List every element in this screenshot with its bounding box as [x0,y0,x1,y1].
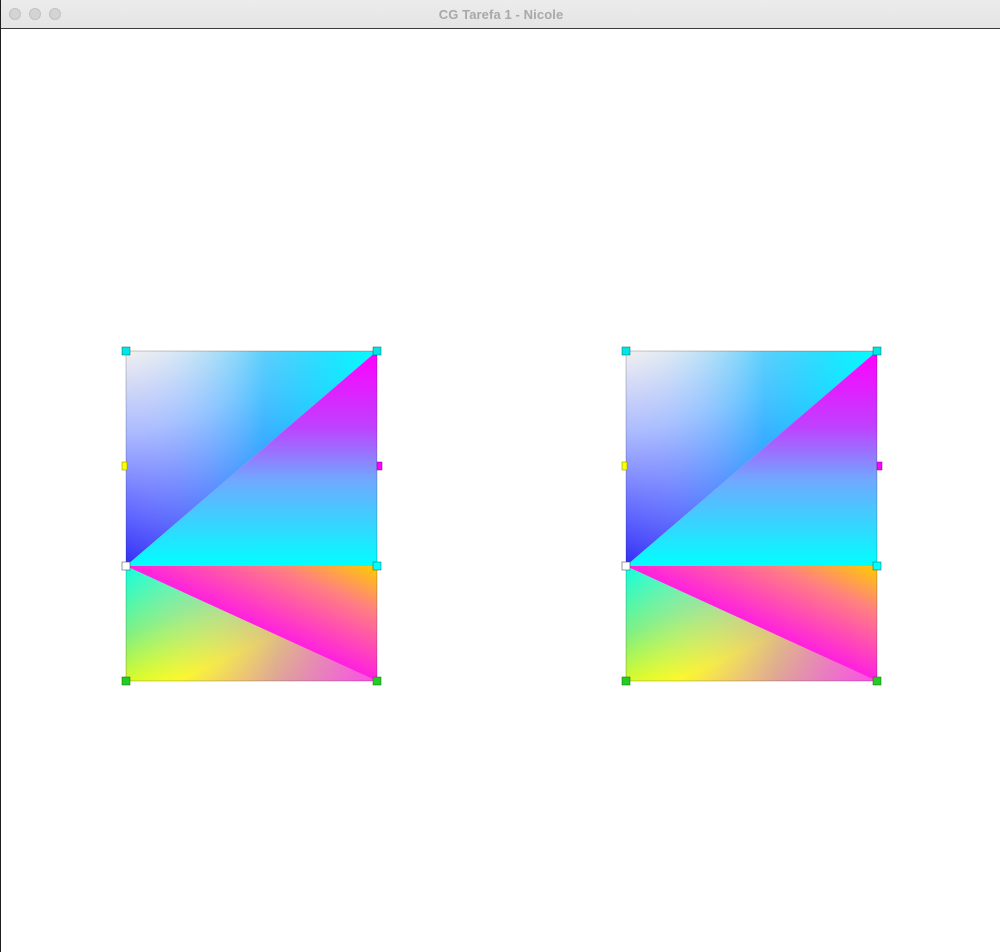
right-shape [621,346,883,686]
left-shape [121,346,383,686]
render-canvas[interactable] [1,29,1000,952]
title-bar[interactable]: CG Tarefa 1 - Nicole [1,0,1000,29]
window-title: CG Tarefa 1 - Nicole [438,7,564,22]
app-window: CG Tarefa 1 - Nicole [0,0,1000,952]
render-surface [121,346,883,686]
